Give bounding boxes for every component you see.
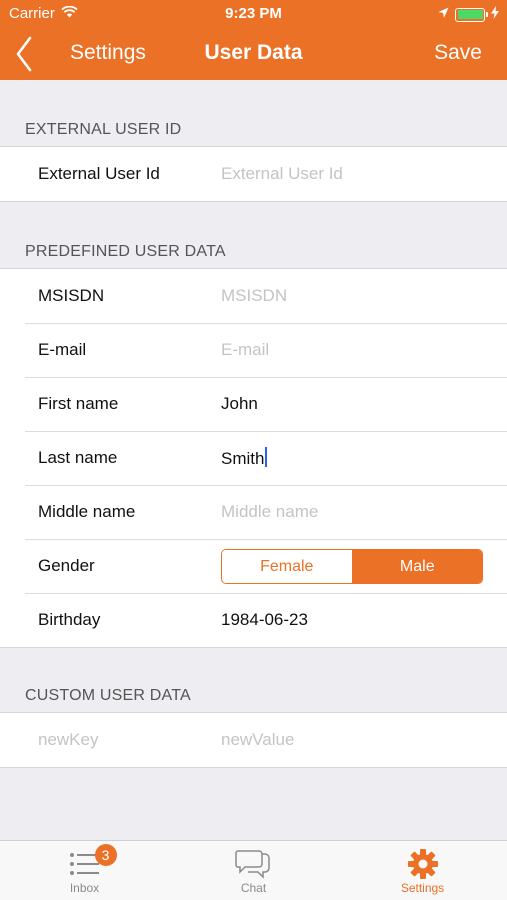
first-name-label: First name <box>38 394 119 413</box>
status-bar: Carrier 9:23 PM <box>0 0 507 28</box>
external-user-id-input[interactable]: External User Id <box>221 164 343 184</box>
tab-chat[interactable]: Chat <box>169 841 338 900</box>
external-user-id-row[interactable]: External User Id External User Id <box>0 147 507 201</box>
msisdn-row[interactable]: MSISDN MSISDN <box>0 269 507 323</box>
first-name-input[interactable]: John <box>221 394 258 414</box>
msisdn-input[interactable]: MSISDN <box>221 286 287 306</box>
external-group: External User Id External User Id <box>0 146 507 202</box>
list-icon: 3 <box>69 844 117 880</box>
bolt-icon <box>491 6 499 23</box>
predefined-group: MSISDN MSISDN E-mail E-mail First name J… <box>0 268 507 648</box>
section-header-external: EXTERNAL USER ID <box>25 121 182 138</box>
first-name-row[interactable]: First name John <box>0 377 507 431</box>
gender-option-female[interactable]: Female <box>222 550 353 583</box>
custom-group: newKey newValue <box>0 712 507 768</box>
custom-data-row[interactable]: newKey newValue <box>0 713 507 767</box>
middle-name-label: Middle name <box>38 502 136 521</box>
navigation-bar: Settings User Data Save <box>0 28 507 80</box>
last-name-input[interactable]: Smith <box>221 447 268 469</box>
inbox-badge: 3 <box>94 844 117 866</box>
email-label: E-mail <box>38 340 87 359</box>
tab-settings-label: Settings <box>400 881 445 895</box>
birthday-row[interactable]: Birthday 1984-06-23 <box>0 593 507 647</box>
location-arrow-icon <box>438 6 449 23</box>
gender-segmented-control[interactable]: Female Male <box>221 549 483 584</box>
gender-row: Gender Female Male <box>0 539 507 593</box>
birthday-label: Birthday <box>38 610 101 629</box>
tab-inbox[interactable]: 3 Inbox <box>0 841 169 900</box>
tab-chat-label: Chat <box>240 881 267 895</box>
middle-name-row[interactable]: Middle name Middle name <box>0 485 507 539</box>
tab-settings[interactable]: Settings <box>338 841 507 900</box>
new-value-input[interactable]: newValue <box>221 730 294 750</box>
middle-name-input[interactable]: Middle name <box>221 502 318 522</box>
section-header-predefined: PREDEFINED USER DATA <box>25 243 226 260</box>
top-bar: Carrier 9:23 PM Settings User Data Save <box>0 0 507 80</box>
tab-inbox-label: Inbox <box>69 881 100 895</box>
section-header-custom: CUSTOM USER DATA <box>25 687 191 704</box>
external-user-id-label: External User Id <box>38 164 160 183</box>
back-button[interactable]: Settings <box>10 32 146 72</box>
save-button[interactable]: Save <box>434 41 482 65</box>
battery-icon <box>455 7 488 22</box>
back-label: Settings <box>70 41 146 64</box>
last-name-label: Last name <box>38 448 118 467</box>
tab-bar: 3 Inbox Chat Settings <box>0 840 507 900</box>
status-time: 9:23 PM <box>225 5 282 22</box>
birthday-input[interactable]: 1984-06-23 <box>221 610 308 630</box>
last-name-row[interactable]: Last name Smith <box>0 431 507 485</box>
last-name-value: Smith <box>221 449 265 468</box>
status-right <box>438 6 499 23</box>
msisdn-label: MSISDN <box>38 286 105 305</box>
chevron-left-icon <box>16 36 32 77</box>
new-key-input[interactable]: newKey <box>38 730 98 750</box>
gender-label: Gender <box>38 556 95 575</box>
gender-option-male[interactable]: Male <box>352 550 482 583</box>
chat-bubbles-icon <box>234 848 273 880</box>
text-cursor <box>265 447 268 467</box>
email-input[interactable]: E-mail <box>221 340 269 360</box>
email-row[interactable]: E-mail E-mail <box>0 323 507 377</box>
gear-icon <box>407 848 439 880</box>
